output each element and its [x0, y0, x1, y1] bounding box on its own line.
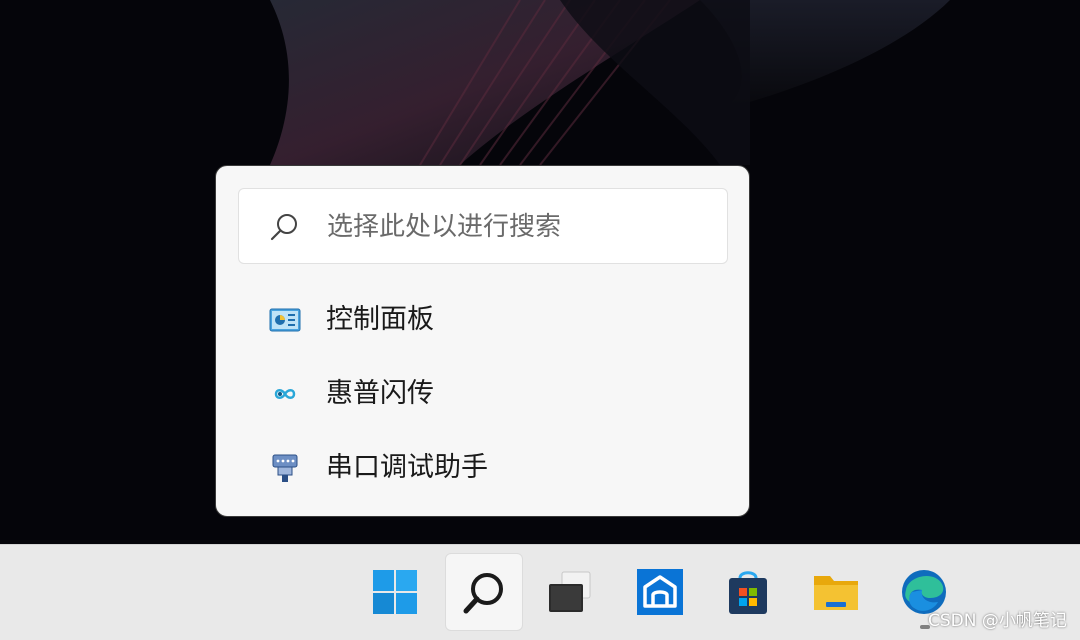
search-icon: [270, 214, 297, 241]
search-placeholder: 选择此处以进行搜索: [327, 212, 562, 242]
hp-quickdrop-icon: [274, 389, 296, 399]
search-icon: [463, 573, 503, 614]
edge-icon: [902, 570, 946, 614]
search-button[interactable]: [445, 553, 523, 631]
house-app-icon: [637, 569, 683, 615]
folder-icon: [814, 576, 858, 610]
search-input[interactable]: 选择此处以进行搜索: [238, 188, 728, 264]
search-flyout: 选择此处以进行搜索 控制面板 惠普闪传 串口调试助手: [215, 165, 750, 517]
task-view-button[interactable]: [531, 553, 609, 631]
recent-item-label: 串口调试助手: [326, 452, 488, 483]
recent-item-label: 惠普闪传: [326, 378, 434, 409]
recent-item-serial-port-tool[interactable]: 串口调试助手: [238, 437, 728, 499]
microsoft-store-button[interactable]: [709, 553, 787, 631]
store-icon: [729, 571, 767, 614]
windows-logo-icon: [373, 570, 417, 614]
serial-port-icon: [272, 454, 298, 482]
watermark-text: CSDN @小帆笔记: [928, 611, 1067, 631]
taskbar: [0, 544, 1080, 640]
house-app-button[interactable]: [621, 553, 699, 631]
task-view-icon: [549, 571, 591, 612]
control-panel-icon: [269, 308, 301, 332]
recent-item-hp-quickdrop[interactable]: 惠普闪传: [238, 363, 728, 425]
start-button[interactable]: [356, 553, 434, 631]
recent-item-label: 控制面板: [326, 304, 434, 335]
file-explorer-button[interactable]: [797, 553, 875, 631]
recent-item-control-panel[interactable]: 控制面板: [238, 289, 728, 351]
